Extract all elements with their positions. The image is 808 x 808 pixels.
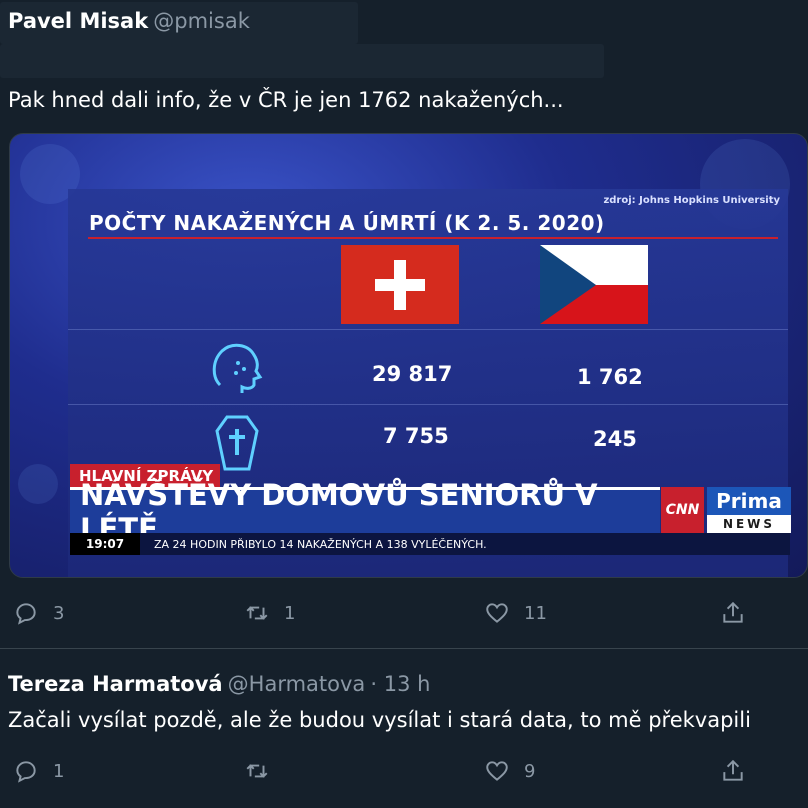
row-divider <box>68 404 788 405</box>
person-icon <box>208 339 264 399</box>
prima-news-logo: Prima NEWS <box>707 487 791 533</box>
cz-deaths: 245 <box>593 427 637 451</box>
author-handle[interactable]: @Harmatova <box>228 672 366 696</box>
cz-infected: 1 762 <box>577 365 643 389</box>
retweet-count: 1 <box>284 602 296 624</box>
tweet-time[interactable]: · 13 h <box>370 672 430 696</box>
reply-tweet-author[interactable]: Tereza Harmatová @Harmatova · 13 h <box>8 672 430 696</box>
retweet-button[interactable]: 1 <box>244 600 295 626</box>
ticker-time: 19:07 <box>70 533 140 555</box>
like-count: 11 <box>524 602 547 624</box>
headline: NÁVŠTĚVY DOMOVŮ SENIORŮ V LÉTĚ <box>70 478 660 546</box>
cnn-logo: CNN <box>661 487 704 533</box>
like-count: 9 <box>524 760 536 782</box>
ticker-text: ZA 24 HODIN PŘIBYLO 14 NAKAŽENÝCH A 138 … <box>154 537 487 551</box>
reply-count: 1 <box>53 760 65 782</box>
swiss-flag <box>341 245 459 324</box>
tweet-text: Pak hned dali info, že v ČR je jen 1762 … <box>8 88 564 112</box>
retweet-icon <box>246 606 268 620</box>
author-handle[interactable]: @pmisak <box>153 9 250 33</box>
reply-icon <box>16 761 36 783</box>
like-button[interactable]: 11 <box>484 600 547 626</box>
retweet-icon <box>246 764 268 778</box>
ticker-bar: 19:07 ZA 24 HODIN PŘIBYLO 14 NAKAŽENÝCH … <box>70 533 790 555</box>
share-button[interactable] <box>720 600 746 626</box>
tweet-image[interactable]: zdroj: Johns Hopkins University POČTY NA… <box>9 133 808 578</box>
tweet-author[interactable]: Pavel Misak @pmisak <box>8 9 250 33</box>
reply-count: 3 <box>53 602 65 624</box>
blurred-line <box>0 44 604 78</box>
share-button[interactable] <box>720 758 746 784</box>
decor-virus <box>18 464 58 504</box>
panel-title: POČTY NAKAŽENÝCH A ÚMRTÍ (K 2. 5. 2020) <box>89 211 605 235</box>
czech-flag <box>540 245 648 324</box>
source-label: zdroj: Johns Hopkins University <box>603 195 780 206</box>
like-button[interactable]: 9 <box>484 758 535 784</box>
retweet-button[interactable] <box>244 758 270 784</box>
share-icon <box>723 759 743 781</box>
heart-icon <box>486 603 508 623</box>
reply-tweet-text: Začali vysílat pozdě, ale že budou vysíl… <box>8 708 751 732</box>
ch-infected: 29 817 <box>372 362 453 386</box>
title-divider <box>88 237 778 239</box>
reply-button[interactable]: 1 <box>13 758 64 784</box>
author-name[interactable]: Pavel Misak <box>8 9 148 33</box>
share-icon <box>723 601 743 623</box>
reply-button[interactable]: 3 <box>13 600 64 626</box>
author-name[interactable]: Tereza Harmatová <box>8 672 223 696</box>
coffin-icon <box>215 415 259 475</box>
tweet-divider <box>0 648 808 649</box>
reply-icon <box>16 603 36 625</box>
row-divider <box>68 329 788 330</box>
heart-icon <box>486 761 508 781</box>
ch-deaths: 7 755 <box>383 424 449 448</box>
